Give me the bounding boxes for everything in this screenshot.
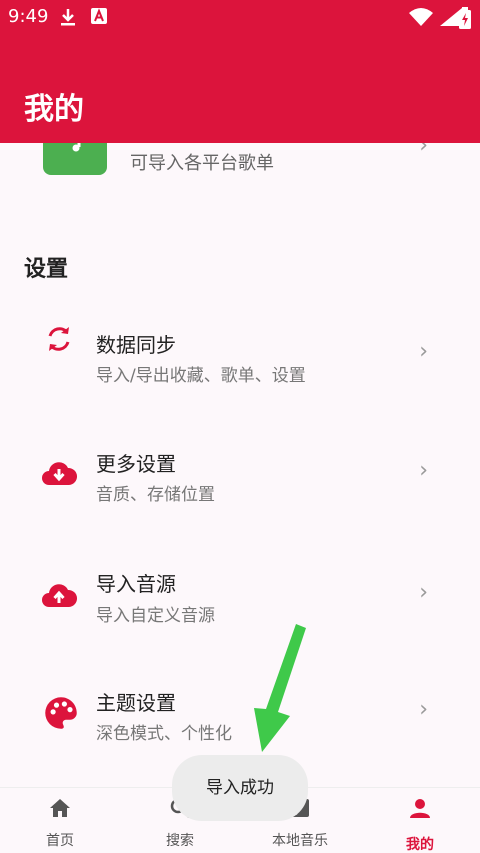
setting-item-more-settings[interactable]: 更多设置 音质、存储位置 › [0,426,480,522]
battery-charging-icon [459,7,471,29]
toast-message: 导入成功 [172,755,308,821]
music-import-icon [43,143,107,175]
setting-item-theme[interactable]: 主题设置 深色模式、个性化 › [0,665,480,761]
nav-item-home[interactable]: 首页 [0,788,120,853]
nav-item-mine[interactable]: 我的 [360,788,480,853]
status-bar: 9:49 [0,0,480,34]
setting-item-title: 主题设置 [96,691,176,715]
nav-label: 本地音乐 [272,833,328,849]
setting-item-subtitle: 导入自定义音源 [96,606,215,626]
setting-item-title: 导入音源 [96,572,176,596]
settings-content[interactable]: 可导入各平台歌单 › 设置 数据同步 导入/导出收藏、歌单、设置 › 更多设置 … [0,143,480,787]
cloud-upload-icon [42,584,77,607]
status-time: 9:49 [8,6,49,27]
chevron-right-icon: › [419,458,428,483]
setting-item-subtitle: 导入/导出收藏、歌单、设置 [96,366,306,386]
setting-item-subtitle: 音质、存储位置 [96,485,215,505]
nav-label: 搜索 [166,833,194,849]
notification-a-icon [91,8,107,24]
nav-label: 我的 [406,837,434,853]
chevron-right-icon: › [419,143,428,158]
import-playlist-item[interactable]: 可导入各平台歌单 › [0,143,480,183]
nav-label: 首页 [46,833,74,849]
chevron-right-icon: › [419,580,428,605]
wifi-icon [409,8,433,26]
setting-item-subtitle: 深色模式、个性化 [96,724,232,744]
palette-icon [45,697,77,729]
setting-item-title: 数据同步 [96,333,176,357]
person-icon [410,799,430,818]
chevron-right-icon: › [419,339,428,364]
chevron-right-icon: › [419,697,428,722]
import-playlist-description: 可导入各平台歌单 [130,153,274,174]
app-header: 我的 [0,34,480,143]
setting-item-import-source[interactable]: 导入音源 导入自定义音源 › [0,548,480,644]
cloud-download-icon [42,462,77,485]
setting-item-data-sync[interactable]: 数据同步 导入/导出收藏、歌单、设置 › [0,307,480,403]
download-icon [61,9,75,26]
home-icon [50,799,70,817]
settings-section-title: 设置 [24,257,69,282]
setting-item-title: 更多设置 [96,452,176,476]
sync-icon [48,327,70,351]
page-title: 我的 [24,92,84,127]
